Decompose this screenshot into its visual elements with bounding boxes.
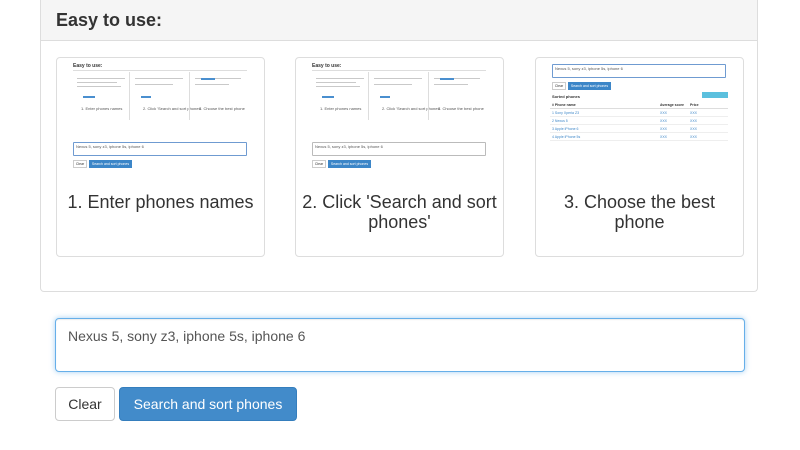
step-card-2: Easy to use: 1. Enter phones names 2. Cl… <box>295 57 504 257</box>
step-card-3: Nexus 5, sony z3, iphone 5s, iphone 6 Cl… <box>535 57 744 257</box>
step-2-caption: 2. Click 'Search and sort phones' <box>302 192 497 232</box>
step-1-screenshot: Easy to use: 1. Enter phones names 2. Cl… <box>71 62 249 174</box>
mini-panel-title: Easy to use: <box>73 63 103 69</box>
panel-title: Easy to use: <box>56 10 163 30</box>
step-2-screenshot: Easy to use: 1. Enter phones names 2. Cl… <box>310 62 488 174</box>
panel-heading: Easy to use: <box>41 0 757 41</box>
search-and-sort-button[interactable]: Search and sort phones <box>119 387 297 421</box>
step-3-caption: 3. Choose the best phone <box>563 192 716 232</box>
phones-input[interactable]: Nexus 5, sony z3, iphone 5s, iphone 6 <box>55 318 745 372</box>
step-3-screenshot: Nexus 5, sony z3, iphone 5s, iphone 6 Cl… <box>550 62 728 174</box>
step-1-caption: 1. Enter phones names <box>67 192 254 212</box>
clear-button[interactable]: Clear <box>55 387 115 421</box>
step-card-1: Easy to use: 1. Enter phones names 2. Cl… <box>56 57 265 257</box>
